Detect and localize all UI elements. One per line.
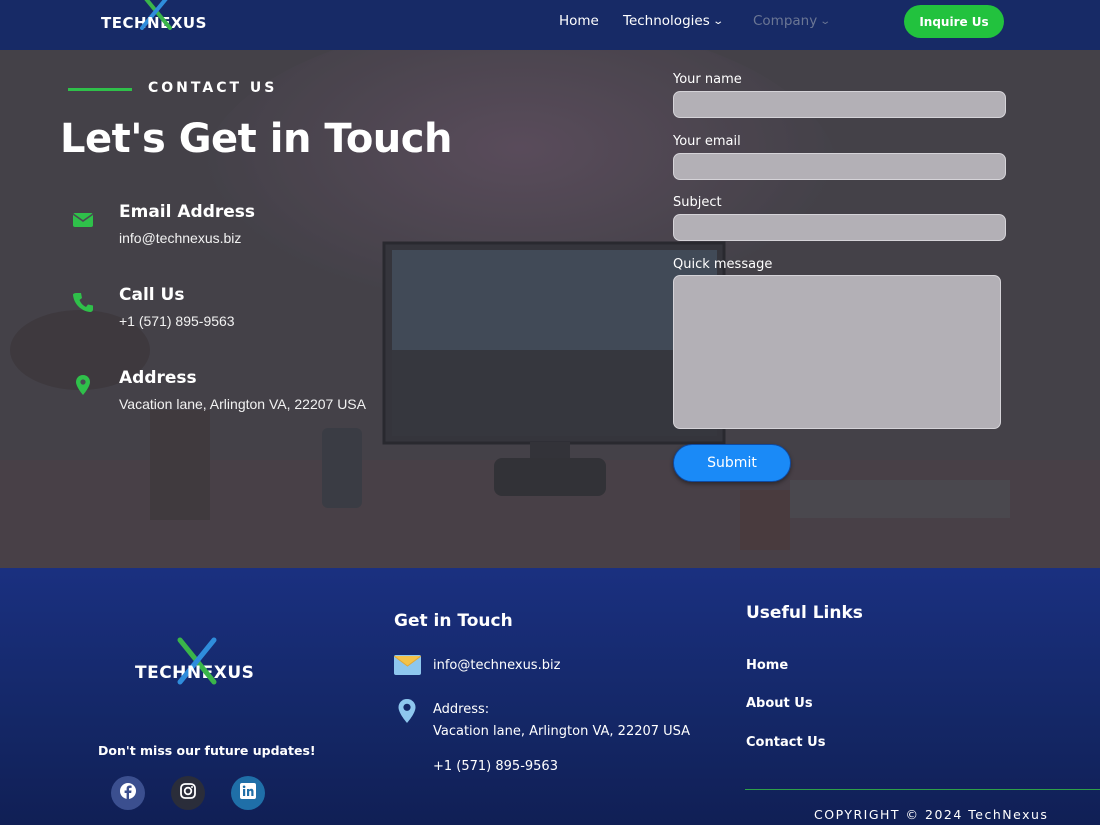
footer-link-about-us[interactable]: About Us: [746, 696, 813, 711]
facebook-icon: [119, 782, 137, 805]
envelope-icon: [393, 655, 422, 680]
logo-x-mark: N: [177, 637, 217, 685]
name-field[interactable]: [673, 91, 1006, 118]
nav-link-technologies[interactable]: Technologies ⌄: [623, 13, 724, 29]
linkedin-link[interactable]: [231, 776, 265, 810]
inquire-us-button[interactable]: Inquire Us: [904, 5, 1004, 38]
instagram-link[interactable]: [171, 776, 205, 810]
chevron-down-icon: ⌄: [819, 15, 832, 27]
footer-divider: [745, 789, 1100, 790]
phone-icon: [72, 291, 94, 313]
copyright-text: COPYRIGHT © 2024 TechNexus: [814, 807, 1049, 822]
useful-links-heading: Useful Links: [746, 603, 863, 623]
chevron-down-icon: ⌄: [712, 15, 724, 27]
get-in-touch-heading: Get in Touch: [394, 611, 513, 631]
contact-info-value: info@technexus.biz: [119, 230, 242, 246]
submit-button[interactable]: Submit: [673, 444, 791, 482]
footer-brand-logo[interactable]: TECH N EXUS: [135, 637, 254, 698]
nav-link-company[interactable]: Company ⌄: [753, 13, 832, 29]
footer-address: Vacation lane, Arlington VA, 22207 USA: [433, 724, 691, 739]
subject-field[interactable]: [673, 214, 1006, 241]
contact-info-title: Address: [119, 368, 197, 388]
footer-email-link[interactable]: info@technexus.biz: [433, 658, 560, 673]
email-label: Your email: [673, 134, 741, 149]
site-footer: TECH N EXUS Don't miss our future update…: [0, 568, 1100, 825]
email-field[interactable]: [673, 153, 1006, 180]
footer-link-contact-us[interactable]: Contact Us: [746, 735, 825, 750]
facebook-link[interactable]: [111, 776, 145, 810]
footer-link-home[interactable]: Home: [746, 658, 788, 673]
contact-info-title: Call Us: [119, 285, 185, 305]
contact-info-title: Email Address: [119, 202, 256, 222]
instagram-icon: [179, 782, 197, 805]
contact-hero-section: CONTACT US Let's Get in Touch Email Addr…: [0, 50, 1100, 568]
top-navbar: TECH N EXUS Home Technologies ⌄ Company …: [0, 0, 1100, 50]
subject-label: Subject: [673, 195, 722, 210]
linkedin-icon: [239, 782, 257, 805]
message-textarea[interactable]: [673, 275, 1001, 429]
map-pin-icon: [397, 698, 417, 729]
footer-address-label: Address:: [433, 702, 490, 717]
page-title: Let's Get in Touch: [60, 116, 452, 162]
brand-logo[interactable]: TECH N EXUS: [101, 0, 207, 42]
eyebrow-divider: [68, 88, 132, 91]
contact-info-value: +1 (571) 895-9563: [119, 313, 235, 329]
envelope-icon: [72, 208, 94, 230]
newsletter-tagline: Don't miss our future updates!: [98, 743, 316, 758]
section-eyebrow: CONTACT US: [148, 80, 278, 96]
contact-info-value: Vacation lane, Arlington VA, 22207 USA: [119, 396, 366, 412]
message-label: Quick message: [673, 257, 773, 272]
footer-phone-link[interactable]: +1 (571) 895-9563: [433, 759, 558, 774]
name-label: Your name: [673, 72, 742, 87]
nav-link-home[interactable]: Home: [559, 13, 599, 29]
logo-x-mark: N: [140, 0, 173, 32]
map-pin-icon: [72, 374, 94, 396]
